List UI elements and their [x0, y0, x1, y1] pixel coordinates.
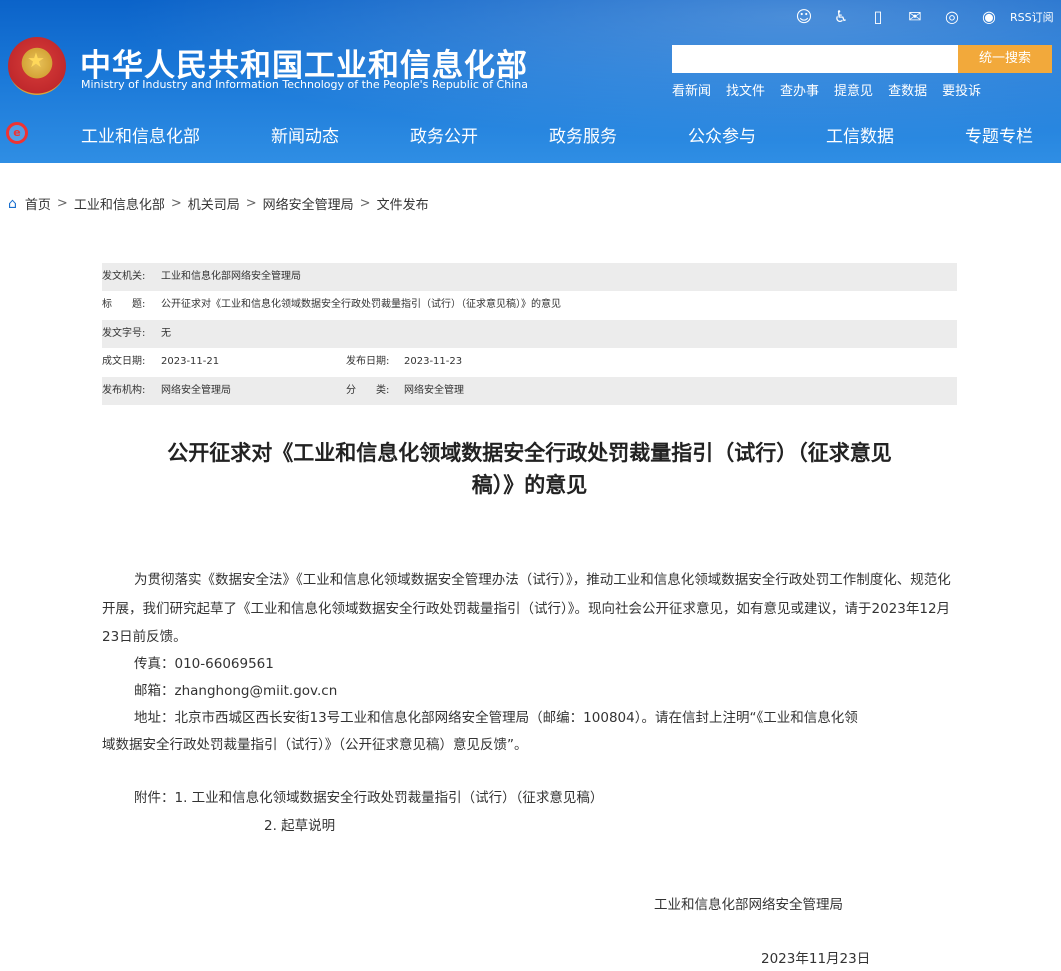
- article-title-line-1: 公开征求对《工业和信息化领域数据安全行政处罚裁量指引（试行）（征求意见: [167, 441, 892, 465]
- star-icon: ★: [27, 48, 45, 72]
- meta-row-agency: 发布机构: 网络安全管理局 分 类: 网络安全管理: [102, 376, 957, 405]
- meta-row-docno: 发文字号: 无: [102, 319, 957, 349]
- nav-item-gov-affairs[interactable]: 政务公开: [410, 122, 478, 147]
- mobile-icon[interactable]: ▯: [866, 6, 890, 28]
- weibo-icon[interactable]: ◉: [977, 6, 1001, 28]
- meta-row-issuer: 发文机关: 工业和信息化部网络安全管理局: [102, 263, 957, 292]
- article-title-line-2: 稿）》的意见: [471, 473, 588, 497]
- breadcrumb-separator: >: [56, 196, 68, 211]
- nav-item-public-participation[interactable]: 公众参与: [688, 122, 756, 147]
- national-emblem-logo[interactable]: ★: [8, 37, 66, 95]
- article-paragraph: 为贯彻落实《数据安全法》《工业和信息化领域数据安全管理办法（试行）》，推动工业和…: [102, 572, 951, 645]
- meta-row-dates: 成文日期: 2023-11-21 发布日期: 2023-11-23: [102, 348, 957, 376]
- top-utility-icons: ☺ ♿ ▯ ✉ ◎ ◉ RSS订阅: [792, 6, 1054, 28]
- search-input[interactable]: [672, 45, 958, 73]
- quick-link-feedback[interactable]: 提意见: [834, 80, 873, 99]
- published-date-value: 2023-11-23: [404, 356, 463, 368]
- breadcrumb-separator: >: [359, 196, 371, 211]
- attachment-1-link[interactable]: 附件：1. 工业和信息化领域数据安全行政处罚裁量指引（试行）（征求意见稿）: [134, 786, 603, 806]
- issuer-label: 发文机关:: [102, 271, 146, 282]
- site-subtitle: Ministry of Industry and Information Tec…: [81, 78, 528, 91]
- article-title: 公开征求对《工业和信息化领域数据安全行政处罚裁量指引（试行）（征求意见 稿）》的…: [102, 437, 957, 501]
- meta-row-title: 标 题: 公开征求对《工业和信息化领域数据安全行政处罚裁量指引（试行）（征求意见…: [102, 291, 957, 319]
- written-date-label: 成文日期:: [102, 356, 146, 368]
- address-line-2: 域数据安全行政处罚裁量指引（试行）》（公开征求意见稿）意见反馈”。: [102, 737, 528, 753]
- breadcrumb-home[interactable]: 首页: [25, 194, 51, 213]
- docno-label: 发文字号:: [102, 327, 146, 339]
- main-nav: 工业和信息化部 新闻动态 政务公开 政务服务 公众参与 工信数据 专题专栏: [0, 122, 1061, 147]
- signature-date: 2023年11月23日: [761, 951, 871, 967]
- breadcrumb-cybersecurity-bureau[interactable]: 网络安全管理局: [263, 194, 354, 213]
- nav-item-ministry[interactable]: 工业和信息化部: [81, 122, 200, 147]
- issuer-value: 工业和信息化部网络安全管理局: [161, 271, 301, 282]
- nav-item-topics[interactable]: 专题专栏: [965, 122, 1033, 147]
- address-line-1: 地址：北京市西城区西长安街13号工业和信息化部网络安全管理局（邮编：100804…: [134, 710, 858, 726]
- quick-link-services[interactable]: 查办事: [780, 80, 819, 99]
- breadcrumb-separator: >: [170, 196, 182, 211]
- category-label: 分 类:: [346, 384, 390, 396]
- unified-search-button[interactable]: 统一搜索: [958, 45, 1052, 73]
- mail-icon[interactable]: ✉: [903, 6, 927, 28]
- title-label: 标 题:: [102, 299, 146, 311]
- wechat-icon[interactable]: ◎: [940, 6, 964, 28]
- agency-value: 网络安全管理局: [161, 384, 231, 396]
- quick-link-files[interactable]: 找文件: [726, 80, 765, 99]
- agency-label: 发布机构:: [102, 384, 146, 396]
- nav-item-data[interactable]: 工信数据: [826, 122, 894, 147]
- email-line: 邮箱：zhanghong@miit.gov.cn: [134, 683, 338, 699]
- breadcrumb-separator: >: [245, 196, 257, 211]
- site-header: ★ 中华人民共和国工业和信息化部 Ministry of Industry an…: [0, 0, 1061, 163]
- nav-item-gov-services[interactable]: 政务服务: [549, 122, 617, 147]
- docno-value: 无: [161, 327, 171, 339]
- accessibility-icon[interactable]: ♿: [829, 6, 853, 28]
- breadcrumb: ⌂ 首页 > 工业和信息化部 > 机关司局 > 网络安全管理局 > 文件发布: [8, 194, 429, 214]
- breadcrumb-file-release[interactable]: 文件发布: [377, 194, 429, 213]
- breadcrumb-ministry[interactable]: 工业和信息化部: [74, 194, 165, 213]
- published-date-label: 发布日期:: [346, 356, 390, 368]
- quick-link-complaint[interactable]: 要投诉: [942, 80, 981, 99]
- attachment-2-link[interactable]: 2. 起草说明: [264, 814, 335, 834]
- written-date-value: 2023-11-21: [161, 356, 220, 368]
- quick-link-data[interactable]: 查数据: [888, 80, 927, 99]
- category-value: 网络安全管理: [404, 384, 464, 396]
- robot-assistant-icon[interactable]: ☺: [792, 6, 816, 28]
- document-meta-table: 发文机关: 工业和信息化部网络安全管理局 标 题: 公开征求对《工业和信息化领域…: [102, 263, 957, 405]
- nav-item-news[interactable]: 新闻动态: [271, 122, 339, 147]
- breadcrumb-departments[interactable]: 机关司局: [188, 194, 240, 213]
- fax-line: 传真：010-66069561: [134, 656, 274, 672]
- rss-subscribe-link[interactable]: RSS订阅: [1010, 9, 1054, 25]
- home-icon[interactable]: ⌂: [8, 196, 17, 212]
- quick-link-news[interactable]: 看新闻: [672, 80, 711, 99]
- quick-links: 看新闻 找文件 查办事 提意见 查数据 要投诉: [672, 80, 996, 99]
- title-value: 公开征求对《工业和信息化领域数据安全行政处罚裁量指引（试行）（征求意见稿）》的意…: [161, 299, 561, 311]
- signature: 工业和信息化部网络安全管理局: [654, 897, 843, 913]
